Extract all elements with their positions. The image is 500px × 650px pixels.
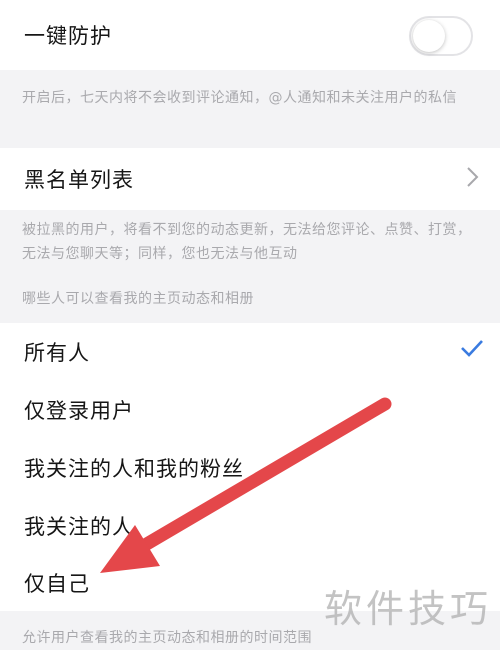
chevron-right-icon bbox=[467, 167, 479, 187]
blacklist-row[interactable]: 黑名单列表 bbox=[0, 148, 500, 210]
visibility-option-following-and-fans[interactable]: 我关注的人和我的粉丝 bbox=[0, 439, 500, 497]
option-label: 仅自己 bbox=[24, 572, 90, 596]
blacklist-note: 被拉黑的用户，将看不到您的动态更新，无法给您评论、点赞、打赏，无法与您聊天等；同… bbox=[22, 222, 472, 262]
watermark: 软件技巧 bbox=[323, 587, 492, 631]
visibility-option-following[interactable]: 我关注的人 bbox=[0, 497, 500, 555]
blacklist-label: 黑名单列表 bbox=[24, 168, 134, 192]
checkmark-icon bbox=[461, 340, 483, 357]
one-key-protection-note: 开启后，七天内将不会收到评论通知，@人通知和未关注用户的私信 bbox=[22, 90, 457, 106]
visibility-option-all[interactable]: 所有人 bbox=[0, 323, 500, 381]
option-label: 我关注的人和我的粉丝 bbox=[24, 457, 244, 481]
toggle-knob bbox=[413, 20, 445, 52]
option-label: 所有人 bbox=[24, 341, 90, 365]
option-label: 我关注的人 bbox=[24, 515, 134, 539]
visibility-option-logged-in[interactable]: 仅登录用户 bbox=[0, 381, 500, 439]
one-key-protection-toggle[interactable] bbox=[409, 16, 473, 56]
one-key-protection-label: 一键防护 bbox=[24, 24, 112, 48]
option-label: 仅登录用户 bbox=[24, 399, 134, 423]
one-key-protection-row[interactable]: 一键防护 bbox=[0, 0, 500, 70]
visibility-section-title: 哪些人可以查看我的主页动态和相册 bbox=[22, 291, 254, 307]
